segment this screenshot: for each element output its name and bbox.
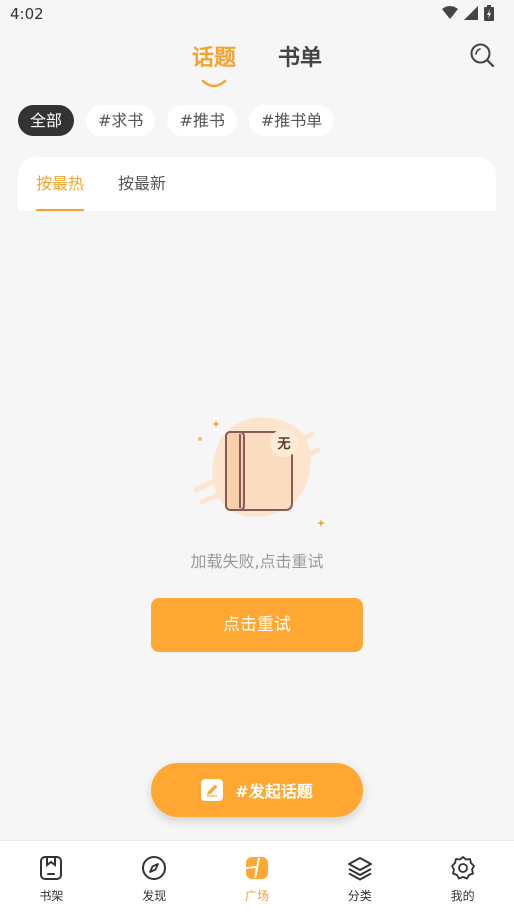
nav-item-square[interactable]: 广场 bbox=[206, 841, 309, 914]
filter-chips: 全部 #求书 #推书 #推书单 bbox=[18, 105, 335, 136]
chip-request-book[interactable]: #求书 bbox=[86, 105, 156, 136]
tab-topics-label: 话题 bbox=[191, 46, 236, 71]
header: 话题 书单 bbox=[0, 34, 514, 88]
start-topic-button[interactable]: #发起话题 bbox=[151, 763, 363, 817]
wifi-icon bbox=[442, 6, 458, 19]
status-time: 4:02 bbox=[10, 5, 44, 23]
gear-icon bbox=[450, 856, 475, 880]
tab-booklist-label: 书单 bbox=[278, 46, 323, 71]
nav-label-mine: 我的 bbox=[450, 889, 475, 903]
load-failed-message: 加载失败,点击重试 bbox=[190, 552, 324, 571]
edit-icon bbox=[201, 779, 224, 801]
chip-recommend-book[interactable]: #推书 bbox=[167, 105, 237, 136]
compass-icon bbox=[142, 856, 167, 880]
nav-item-bookshelf[interactable]: 书架 bbox=[0, 841, 103, 914]
nav-item-mine[interactable]: 我的 bbox=[411, 841, 514, 914]
chip-all[interactable]: 全部 bbox=[18, 105, 75, 136]
bookshelf-icon bbox=[40, 856, 63, 880]
sort-card: 按最热 按最新 bbox=[18, 157, 496, 211]
bottom-nav: 书架 发现 广场 分类 我的 bbox=[0, 840, 514, 914]
tab-topics[interactable]: 话题 bbox=[190, 34, 238, 88]
status-bar: 4:02 bbox=[0, 0, 514, 30]
battery-icon bbox=[484, 5, 494, 21]
empty-book-illustration: 无 bbox=[193, 417, 325, 527]
start-topic-label: #发起话题 bbox=[235, 782, 313, 801]
active-tab-indicator-icon bbox=[201, 79, 227, 88]
square-icon bbox=[245, 857, 268, 879]
layers-icon bbox=[347, 857, 372, 881]
chip-recommend-list[interactable]: #推书单 bbox=[248, 105, 335, 136]
app-screen: 4:02 话题 书单 全部 #求书 #推书 #推书单 按最热 按最新 无 加载失… bbox=[0, 0, 514, 914]
status-icons bbox=[442, 5, 494, 21]
retry-button[interactable]: 点击重试 bbox=[151, 598, 363, 652]
empty-badge-label: 无 bbox=[276, 437, 290, 452]
tab-booklist[interactable]: 书单 bbox=[276, 34, 324, 78]
nav-item-category[interactable]: 分类 bbox=[308, 841, 411, 914]
nav-label-category: 分类 bbox=[347, 889, 372, 903]
sort-tabs: 按最热 按最新 bbox=[18, 157, 496, 211]
nav-label-bookshelf: 书架 bbox=[39, 889, 64, 903]
nav-label-square: 广场 bbox=[244, 889, 269, 903]
search-button[interactable] bbox=[468, 41, 496, 69]
cell-signal-icon bbox=[464, 6, 478, 20]
sort-tab-hottest[interactable]: 按最热 bbox=[36, 157, 85, 211]
sort-tab-newest[interactable]: 按最新 bbox=[118, 157, 166, 211]
nav-label-discover: 发现 bbox=[142, 889, 167, 903]
nav-item-discover[interactable]: 发现 bbox=[103, 841, 206, 914]
search-icon bbox=[470, 43, 495, 68]
main-tabs: 话题 书单 bbox=[0, 34, 514, 88]
